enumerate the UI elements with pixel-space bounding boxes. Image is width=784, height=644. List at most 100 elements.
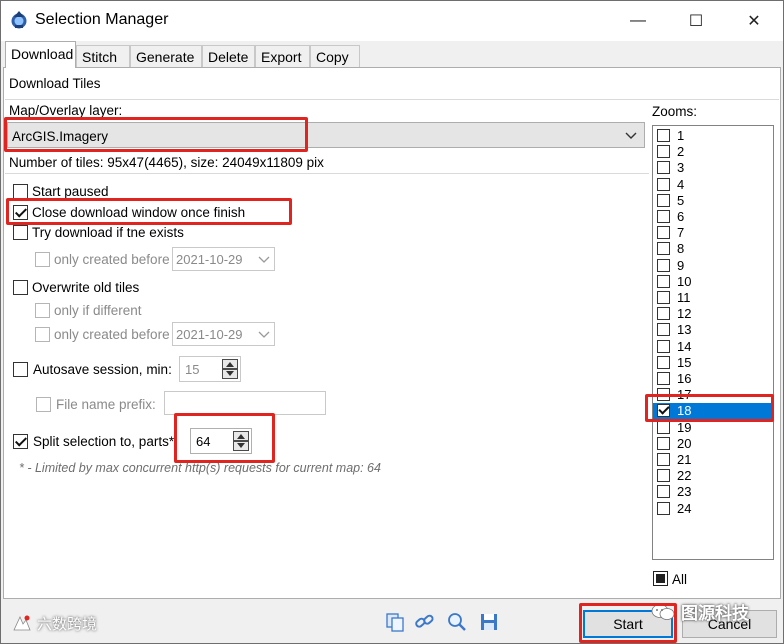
spin-up-icon[interactable]	[233, 431, 249, 441]
autosave-checkbox[interactable]	[13, 362, 28, 377]
tab-export[interactable]: Export	[255, 45, 310, 67]
autosave-stepper[interactable]: 15	[179, 356, 241, 382]
overwrite-checkbox[interactable]	[13, 280, 28, 295]
zoom-level-item[interactable]: 21	[653, 452, 773, 468]
only-if-different-checkbox[interactable]	[35, 303, 50, 318]
tab-download[interactable]: Download	[5, 41, 76, 68]
try-only-created-date[interactable]: 2021-10-29	[172, 247, 275, 271]
tab-stitch[interactable]: Stitch	[76, 45, 130, 67]
zoom-level-item[interactable]: 18	[653, 403, 773, 420]
maximize-button[interactable]: ☐	[667, 1, 725, 41]
zoom-level-item[interactable]: 10	[653, 274, 773, 290]
minimize-button[interactable]: —	[609, 1, 667, 41]
spin-down-icon[interactable]	[222, 369, 238, 379]
zoom-level-checkbox[interactable]	[657, 388, 670, 402]
zoom-level-item[interactable]: 14	[653, 339, 773, 355]
zoom-level-checkbox[interactable]	[657, 210, 670, 223]
zoom-level-label: 1	[677, 128, 685, 143]
tab-delete[interactable]: Delete	[202, 45, 255, 67]
split-spin-buttons[interactable]	[233, 431, 249, 451]
zoom-level-label: 16	[677, 371, 692, 386]
zoom-level-item[interactable]: 2	[653, 144, 773, 160]
zoom-level-checkbox[interactable]	[657, 258, 670, 272]
zoom-level-label: 2	[677, 144, 685, 160]
zoom-level-checkbox[interactable]	[657, 404, 670, 418]
zoom-level-checkbox[interactable]	[657, 145, 670, 159]
tab-generate[interactable]: Generate	[130, 45, 202, 67]
try-download-checkbox[interactable]	[13, 225, 28, 240]
zoom-level-item[interactable]: 3	[653, 160, 773, 176]
close-window-checkbox[interactable]	[13, 205, 28, 220]
app-icon	[11, 11, 27, 29]
zoom-level-label: 22	[677, 468, 692, 484]
zoom-level-item[interactable]: 6	[653, 209, 773, 225]
zoom-level-checkbox[interactable]	[657, 453, 670, 466]
start-paused-checkbox[interactable]	[13, 184, 28, 199]
zoom-level-item[interactable]: 11	[653, 290, 773, 306]
zoom-level-item[interactable]: 23	[653, 484, 773, 500]
zoom-level-item[interactable]: 7	[653, 225, 773, 241]
zoom-level-label: 11	[677, 290, 691, 305]
zoom-level-label: 8	[677, 241, 685, 257]
zoom-level-checkbox[interactable]	[657, 193, 670, 207]
zoom-level-checkbox[interactable]	[657, 420, 670, 434]
zoom-level-checkbox[interactable]	[657, 355, 670, 369]
zoom-level-item[interactable]: 1	[653, 128, 773, 144]
zoom-level-label: 24	[677, 500, 692, 516]
autosave-spin-buttons[interactable]	[222, 359, 238, 379]
split-selection-label: Split selection to, parts*:	[33, 434, 178, 449]
try-only-created-checkbox[interactable]	[35, 252, 50, 267]
zoom-level-item[interactable]: 13	[653, 322, 773, 338]
split-parts-stepper[interactable]: 64	[190, 428, 252, 454]
close-button[interactable]: ✕	[725, 1, 783, 41]
zoom-level-checkbox[interactable]	[657, 274, 670, 288]
zoom-level-checkbox[interactable]	[657, 291, 670, 304]
zoom-level-item[interactable]: 16	[653, 371, 773, 387]
zoom-level-checkbox[interactable]	[657, 469, 670, 483]
zoom-level-item[interactable]: 19	[653, 420, 773, 436]
zoom-level-checkbox[interactable]	[657, 161, 670, 175]
zoom-level-item[interactable]: 9	[653, 258, 773, 274]
zoom-level-item[interactable]: 15	[653, 355, 773, 371]
limit-note: * - Limited by max concurrent http(s) re…	[19, 461, 381, 475]
zoom-level-checkbox[interactable]	[657, 242, 670, 256]
all-zooms-checkbox[interactable]	[653, 571, 668, 586]
zoom-level-item[interactable]: 12	[653, 306, 773, 322]
zoom-level-item[interactable]: 4	[653, 177, 773, 193]
link-icon[interactable]	[414, 611, 436, 633]
section-divider	[5, 99, 779, 100]
overwrite-only-created-date[interactable]: 2021-10-29	[172, 322, 275, 346]
file-prefix-input[interactable]	[164, 391, 326, 415]
zoom-level-item[interactable]: 17	[653, 387, 773, 403]
spin-down-icon[interactable]	[233, 441, 249, 451]
zoom-level-label: 10	[677, 273, 692, 289]
zoom-level-item[interactable]: 8	[653, 241, 773, 257]
info-divider	[5, 173, 649, 174]
zoom-level-item[interactable]: 22	[653, 468, 773, 484]
chevron-down-icon	[258, 331, 270, 338]
save-icon[interactable]	[478, 611, 500, 633]
zoom-levels-list[interactable]: 1 2 3 4 5 6 7 8 9 10 11 12 13 14 15 16 17 18 19 20 21 22 23 24	[652, 125, 774, 560]
watermark-left: 六数跨境	[11, 613, 97, 634]
zoom-level-item[interactable]: 5	[653, 193, 773, 209]
zoom-level-item[interactable]: 24	[653, 501, 773, 517]
copy-icon[interactable]	[384, 611, 406, 633]
zoom-level-checkbox[interactable]	[657, 485, 670, 499]
zoom-level-checkbox[interactable]	[657, 436, 670, 450]
zoom-level-checkbox[interactable]	[657, 129, 670, 142]
zoom-level-checkbox[interactable]	[657, 177, 670, 191]
overwrite-only-created-checkbox[interactable]	[35, 327, 50, 342]
zoom-level-item[interactable]: 20	[653, 436, 773, 452]
zoom-level-checkbox[interactable]	[657, 307, 670, 321]
file-prefix-checkbox[interactable]	[36, 397, 51, 412]
zoom-level-checkbox[interactable]	[657, 339, 670, 353]
zoom-icon[interactable]	[446, 611, 468, 633]
zoom-level-checkbox[interactable]	[657, 501, 670, 515]
spin-up-icon[interactable]	[222, 359, 238, 369]
tab-copy[interactable]: Copy	[310, 45, 360, 67]
zoom-level-checkbox[interactable]	[657, 226, 670, 240]
zoom-level-checkbox[interactable]	[657, 323, 670, 337]
zoom-level-checkbox[interactable]	[657, 372, 670, 385]
split-selection-checkbox[interactable]	[13, 434, 28, 449]
layer-dropdown[interactable]: ArcGIS.Imagery	[7, 122, 645, 148]
